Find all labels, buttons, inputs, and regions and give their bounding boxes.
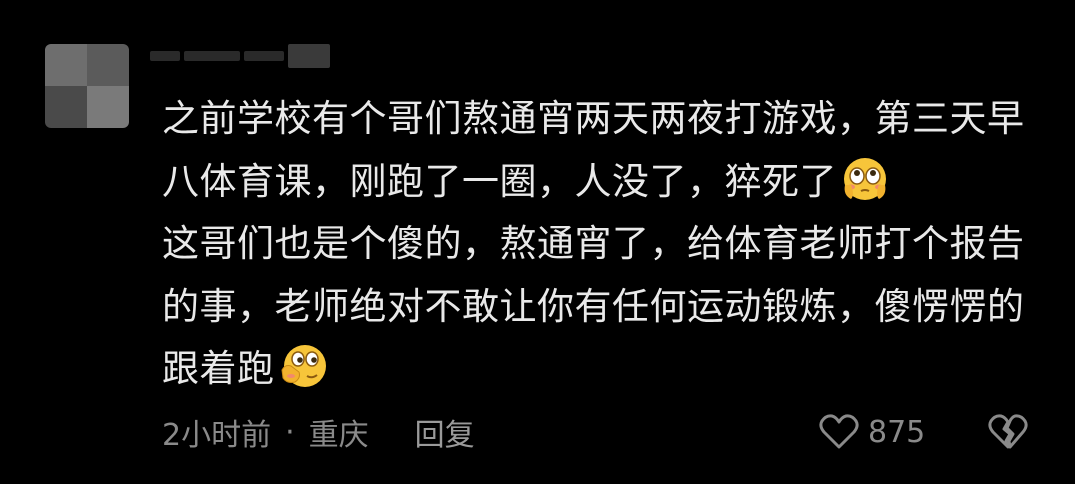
broken-heart-icon[interactable] <box>988 413 1028 451</box>
comment-text: 之前学校有个哥们熬通宵两天两夜打游戏，第三天早八体育课，刚跑了一圈，人没了，猝死… <box>162 88 1032 401</box>
comment-location: 重庆 <box>308 418 369 453</box>
hand-over-mouth-emoji-icon <box>277 342 329 390</box>
comment-paragraph: 之前学校有个哥们熬通宵两天两夜打游戏，第三天早八体育课，刚跑了一圈，人没了，猝死… <box>162 88 1032 213</box>
comment-paragraph: 这哥们也是个傻的，熬通宵了，给体育老师打个报告的事，老师绝对不敢让你有任何运动锻… <box>162 213 1032 401</box>
username-blurred[interactable] <box>150 44 340 68</box>
avatar-pixel <box>45 44 87 86</box>
comment-time: 2小时前 <box>162 418 272 453</box>
flushed-face-emoji-icon <box>839 155 891 203</box>
avatar[interactable] <box>45 44 129 128</box>
comment-card: 之前学校有个哥们熬通宵两天两夜打游戏，第三天早八体育课，刚跑了一圈，人没了，猝死… <box>0 0 1075 484</box>
username-blur-segment <box>150 51 180 61</box>
like-count: 875 <box>868 414 926 450</box>
reply-button[interactable]: 回复 <box>415 410 475 454</box>
avatar-pixel <box>87 86 129 128</box>
avatar-pixel <box>87 44 129 86</box>
heart-icon[interactable] <box>818 413 860 451</box>
comment-meta: 2小时前 · 重庆 回复 <box>162 410 475 454</box>
meta-separator: · <box>285 414 295 450</box>
like-button[interactable]: 875 <box>818 410 925 454</box>
avatar-pixel <box>45 86 87 128</box>
dislike-button[interactable] <box>988 413 1028 451</box>
username-blur-block <box>288 44 330 68</box>
comment-paragraph-text: 之前学校有个哥们熬通宵两天两夜打游戏，第三天早八体育课，刚跑了一圈，人没了，猝死… <box>162 97 1025 203</box>
username-blur-segment <box>244 51 284 61</box>
username-blur-segment <box>184 51 240 61</box>
